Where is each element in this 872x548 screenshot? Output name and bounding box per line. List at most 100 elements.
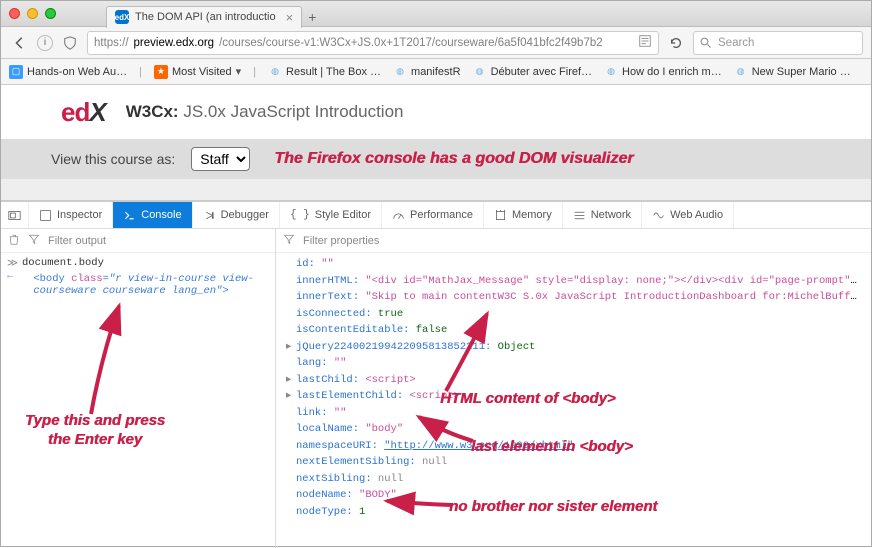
edx-logo: edX bbox=[61, 97, 106, 128]
filter-icon bbox=[283, 233, 295, 248]
tab-label: Inspector bbox=[57, 209, 102, 221]
globe-icon: ◍ bbox=[604, 65, 618, 79]
course-desc: JS.0x JavaScript Introduction bbox=[183, 102, 403, 121]
prompt-in-icon: ≫ bbox=[7, 257, 18, 270]
course-code: W3Cx: bbox=[126, 102, 179, 121]
bookmark-label: Result | The Box … bbox=[286, 66, 381, 78]
tab-web-audio[interactable]: Web Audio bbox=[642, 202, 734, 228]
edx-subheader bbox=[1, 179, 871, 201]
property-row[interactable]: id: "" bbox=[286, 256, 861, 273]
zoom-window-button[interactable] bbox=[45, 8, 56, 19]
console-output-line: ← <body class="r view-in-course view- co… bbox=[7, 270, 269, 297]
browser-tab[interactable]: edX The DOM API (an introductio × bbox=[106, 6, 302, 28]
new-tab-button[interactable]: + bbox=[308, 9, 316, 25]
filter-output-label[interactable]: Filter output bbox=[48, 235, 106, 247]
console-output: <body class="r view-in-course view- cour… bbox=[17, 273, 254, 297]
tab-label: Web Audio bbox=[670, 209, 723, 221]
url-toolbar: i https:// preview.edx.org/courses/course… bbox=[1, 27, 871, 59]
close-window-button[interactable] bbox=[9, 8, 20, 19]
tab-label: Performance bbox=[410, 209, 473, 221]
tab-performance[interactable]: Performance bbox=[382, 202, 484, 228]
property-row[interactable]: localName: "body" bbox=[286, 421, 861, 438]
property-row[interactable]: nodeType: 1 bbox=[286, 504, 861, 521]
view-as-bar: View this course as: Staff The Firefox c… bbox=[1, 139, 871, 179]
url-path: /courses/course-v1:W3Cx+JS.0x+1T2017/cou… bbox=[219, 37, 603, 49]
tab-label: Network bbox=[591, 209, 631, 221]
tab-label: Style Editor bbox=[315, 209, 371, 221]
property-row[interactable]: lang: "" bbox=[286, 355, 861, 372]
back-button[interactable] bbox=[9, 32, 31, 54]
property-row[interactable]: link: "" bbox=[286, 405, 861, 422]
property-row[interactable]: ▸jQuery224002199422095813852211: Object bbox=[286, 339, 861, 356]
properties-list[interactable]: id: ""innerHTML: "<div id="MathJax_Messa… bbox=[276, 253, 871, 548]
bookmark-item[interactable]: ◍New Super Mario … bbox=[734, 65, 851, 79]
tab-network[interactable]: Network bbox=[563, 202, 642, 228]
property-row[interactable]: isContentEditable: false bbox=[286, 322, 861, 339]
tab-inspector[interactable]: Inspector bbox=[29, 202, 113, 228]
property-row[interactable]: innerText: "Skip to main contentW3C S.0x… bbox=[286, 289, 861, 306]
properties-panel: Filter properties id: ""innerHTML: "<div… bbox=[276, 229, 871, 548]
tab-debugger[interactable]: Debugger bbox=[193, 202, 280, 228]
bookmark-label: Débuter avec Firef… bbox=[491, 66, 592, 78]
property-row[interactable]: nextSibling: null bbox=[286, 471, 861, 488]
view-as-label: View this course as: bbox=[51, 151, 175, 167]
devtools-iframe-picker[interactable] bbox=[1, 202, 29, 228]
minimize-window-button[interactable] bbox=[27, 8, 38, 19]
shield-button[interactable] bbox=[59, 32, 81, 54]
filter-icon bbox=[28, 233, 40, 248]
property-row[interactable]: namespaceURI: "http://www.w3.org/1999/xh… bbox=[286, 438, 861, 455]
filter-props-label[interactable]: Filter properties bbox=[303, 235, 379, 247]
close-tab-icon[interactable]: × bbox=[286, 10, 294, 25]
tab-label: Console bbox=[141, 209, 181, 221]
property-row[interactable]: ▸lastElementChild: <script> bbox=[286, 388, 861, 405]
edx-header: edX W3Cx: JS.0x JavaScript Introduction bbox=[1, 85, 871, 139]
tab-console[interactable]: Console bbox=[113, 202, 192, 228]
tab-style-editor[interactable]: { } Style Editor bbox=[280, 202, 382, 228]
tab-label: Memory bbox=[512, 209, 552, 221]
reader-mode-icon[interactable] bbox=[638, 34, 652, 51]
bookmark-item[interactable]: ◍manifestR bbox=[393, 65, 461, 79]
bookmark-label: How do I enrich m… bbox=[622, 66, 722, 78]
property-row[interactable]: nodeName: "BODY" bbox=[286, 487, 861, 504]
view-as-select[interactable]: Staff bbox=[191, 147, 250, 171]
search-input[interactable]: Search bbox=[693, 31, 863, 55]
console-input-line: ≫ document.body bbox=[7, 257, 269, 270]
bookmark-item[interactable]: ◍Débuter avec Firef… bbox=[473, 65, 592, 79]
bookmark-item[interactable]: ▢Hands-on Web Au… bbox=[9, 65, 127, 79]
globe-icon: ◍ bbox=[268, 65, 282, 79]
window-controls bbox=[9, 8, 56, 19]
bookmark-item[interactable]: ◍ How do I enrich m… bbox=[604, 65, 722, 79]
bookmark-separator: | bbox=[253, 66, 256, 78]
console-panel: Filter output ≫ document.body ← <body cl… bbox=[1, 229, 276, 548]
bookmark-item[interactable]: ★Most Visited ▾ bbox=[154, 65, 241, 79]
console-body[interactable]: ≫ document.body ← <body class="r view-in… bbox=[1, 253, 275, 548]
search-placeholder: Search bbox=[718, 37, 754, 49]
bookmark-separator: | bbox=[139, 66, 142, 78]
url-input[interactable]: https:// preview.edx.org/courses/course-v… bbox=[87, 31, 659, 55]
property-row[interactable]: isConnected: true bbox=[286, 306, 861, 323]
url-domain: preview.edx.org bbox=[134, 37, 215, 49]
course-title: W3Cx: JS.0x JavaScript Introduction bbox=[126, 102, 404, 122]
info-button[interactable]: i bbox=[37, 35, 53, 51]
bookmark-item[interactable]: ◍ Result | The Box … bbox=[268, 65, 381, 79]
reload-button[interactable] bbox=[665, 32, 687, 54]
tab-title: The DOM API (an introductio bbox=[135, 11, 276, 23]
globe-icon: ◍ bbox=[393, 65, 407, 79]
console-filter-row: Filter output bbox=[1, 229, 275, 253]
console-command: document.body bbox=[22, 257, 104, 270]
search-icon bbox=[700, 37, 712, 49]
property-row[interactable]: ▸lastChild: <script> bbox=[286, 372, 861, 389]
property-row[interactable]: innerHTML: "<div id="MathJax_Message" st… bbox=[286, 273, 861, 290]
bookmark-favicon: ▢ bbox=[9, 65, 23, 79]
clear-console-button[interactable] bbox=[8, 233, 20, 248]
globe-icon: ◍ bbox=[734, 65, 748, 79]
props-filter-row: Filter properties bbox=[276, 229, 871, 253]
tab-memory[interactable]: Memory bbox=[484, 202, 563, 228]
window-titlebar: edX The DOM API (an introductio × + bbox=[1, 1, 871, 27]
url-protocol: https:// bbox=[94, 37, 129, 49]
bookmark-label: Most Visited bbox=[172, 66, 232, 78]
prompt-out-icon: ← bbox=[7, 270, 13, 297]
edx-favicon: edX bbox=[115, 10, 129, 24]
devtools-tabs: Inspector Console Debugger { } Style Edi… bbox=[1, 201, 871, 229]
property-row[interactable]: nextElementSibling: null bbox=[286, 454, 861, 471]
